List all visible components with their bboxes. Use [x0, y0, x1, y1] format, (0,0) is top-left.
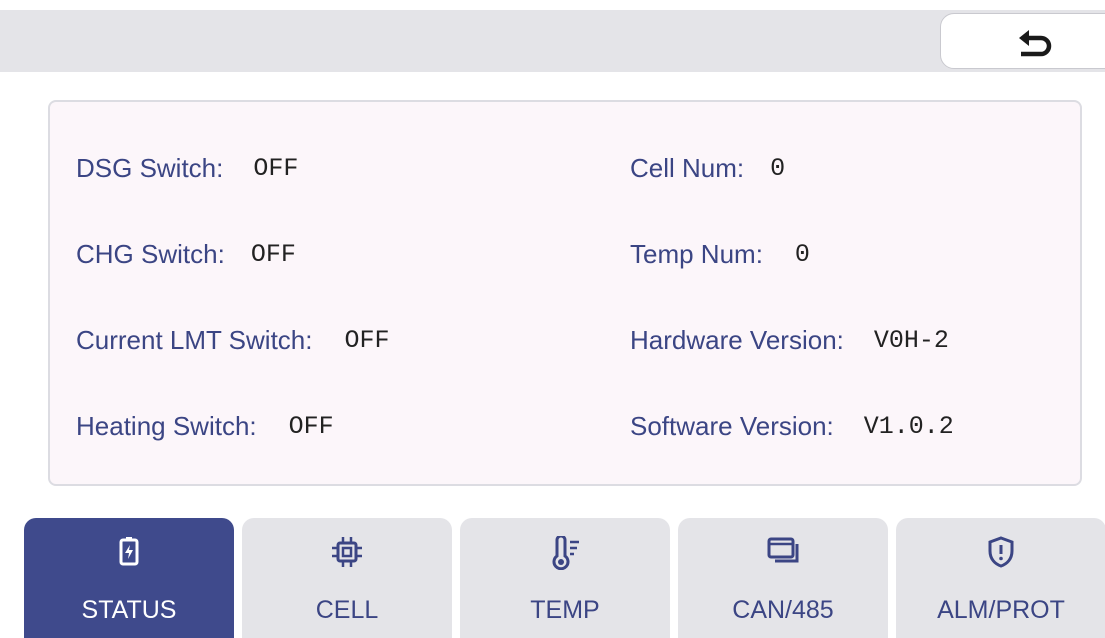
thermometer-icon: [552, 536, 579, 570]
tab-status-label: STATUS: [81, 596, 177, 624]
windows-icon: [767, 537, 799, 563]
status-panel: DSG Switch: OFF CHG Switch: OFF Current …: [48, 100, 1082, 486]
tab-alm-prot-label: ALM/PROT: [937, 596, 1065, 624]
cell-num-label: Cell Num:: [630, 152, 745, 183]
heating-switch-value: OFF: [288, 411, 334, 441]
tab-alm-prot[interactable]: ALM/PROT: [896, 518, 1105, 638]
chg-switch-value: OFF: [250, 239, 296, 269]
bottom-tab-bar: STATUS CELL TEMP CAN/485 ALM/PROT: [0, 518, 1105, 638]
dsg-switch-label: DSG Switch:: [76, 152, 224, 183]
tab-status[interactable]: STATUS: [24, 518, 234, 638]
tab-cell[interactable]: CELL: [242, 518, 452, 638]
tab-temp-label: TEMP: [530, 596, 600, 624]
chg-switch-label: CHG Switch:: [76, 238, 225, 269]
temp-num-value: 0: [794, 239, 810, 269]
cell-num-value: 0: [770, 153, 786, 183]
hardware-version-row: Hardware Version: V0H-2: [630, 320, 949, 360]
chg-switch-row: CHG Switch: OFF: [76, 234, 296, 274]
chip-icon: [332, 537, 362, 567]
tab-can-485[interactable]: CAN/485: [678, 518, 888, 638]
heating-switch-row: Heating Switch: OFF: [76, 406, 334, 446]
dsg-switch-value: OFF: [253, 153, 299, 183]
temp-num-row: Temp Num: 0: [630, 234, 810, 274]
software-version-label: Software Version:: [630, 410, 834, 441]
tab-temp[interactable]: TEMP: [460, 518, 670, 638]
software-version-row: Software Version: V1.0.2: [630, 406, 954, 446]
undo-arrow-icon: [1019, 30, 1052, 57]
current-lmt-switch-value: OFF: [344, 325, 390, 355]
current-lmt-switch-label: Current LMT Switch:: [76, 324, 313, 355]
cell-num-row: Cell Num: 0: [630, 148, 785, 188]
alert-shield-icon: [988, 536, 1014, 568]
temp-num-label: Temp Num:: [630, 238, 763, 269]
hardware-version-label: Hardware Version:: [630, 324, 844, 355]
current-lmt-switch-row: Current LMT Switch: OFF: [76, 320, 390, 360]
battery-charging-icon: [119, 537, 139, 566]
back-button[interactable]: [940, 13, 1105, 69]
tab-can-485-label: CAN/485: [732, 596, 834, 624]
heating-switch-label: Heating Switch:: [76, 410, 257, 441]
software-version-value: V1.0.2: [863, 411, 954, 441]
hardware-version-value: V0H-2: [873, 325, 949, 355]
tab-cell-label: CELL: [315, 596, 379, 624]
dsg-switch-row: DSG Switch: OFF: [76, 148, 298, 188]
